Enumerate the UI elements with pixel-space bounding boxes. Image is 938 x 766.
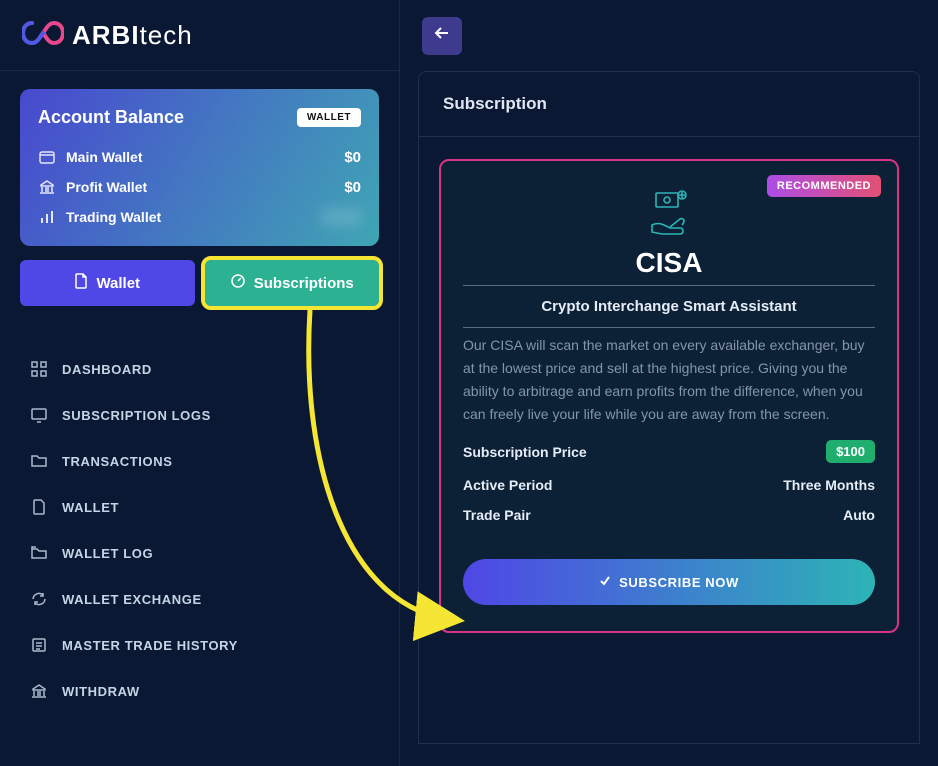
main-area: Subscription RECOMMENDED CISA Crypto Int…: [400, 0, 938, 766]
plan-divider: [463, 285, 875, 286]
plan-period-value: Three Months: [783, 477, 875, 493]
sidebar-item-withdraw[interactable]: WITHDRAW: [20, 668, 379, 714]
plan-pair-row: Trade Pair Auto: [463, 507, 875, 523]
action-buttons: Wallet Subscriptions: [20, 260, 379, 306]
sidebar-item-subscription-logs[interactable]: SUBSCRIPTION LOGS: [20, 392, 379, 438]
screen-icon: [30, 406, 48, 424]
bank-icon: [38, 178, 56, 196]
bank-icon: [30, 682, 48, 700]
plan-price-value: $100: [826, 440, 875, 463]
plan-pair-value: Auto: [843, 507, 875, 523]
plan-period-row: Active Period Three Months: [463, 477, 875, 493]
wallet-badge: WALLET: [297, 108, 361, 127]
wallet-button-label: Wallet: [96, 275, 140, 292]
subscribe-now-button[interactable]: SUBSCRIBE NOW: [463, 559, 875, 605]
back-button[interactable]: [422, 17, 462, 55]
balance-label-main: Main Wallet: [66, 149, 143, 165]
infinity-logo-icon: [22, 20, 64, 51]
nav-label: WITHDRAW: [62, 684, 140, 699]
gauge-icon: [230, 273, 246, 293]
balance-value-main: $0: [344, 149, 361, 166]
wallet-icon: [38, 148, 56, 166]
balance-value-profit: $0: [344, 179, 361, 196]
subscription-plan-card: RECOMMENDED CISA Crypto Interchange Smar…: [439, 159, 899, 633]
plan-subtitle: Crypto Interchange Smart Assistant: [463, 292, 875, 321]
arrow-left-icon: [434, 26, 450, 45]
check-icon: [599, 575, 611, 590]
document-icon: [74, 273, 88, 293]
plan-description: Our CISA will scan the market on every a…: [463, 334, 875, 426]
plan-divider: [463, 327, 875, 328]
nav-menu: DASHBOARD SUBSCRIPTION LOGS TRANSACTIONS…: [0, 346, 399, 714]
list-icon: [30, 636, 48, 654]
content-panel: Subscription RECOMMENDED CISA Crypto Int…: [418, 71, 920, 744]
plan-price-row: Subscription Price $100: [463, 440, 875, 463]
balance-header: Account Balance WALLET: [38, 107, 361, 128]
balance-label-profit: Profit Wallet: [66, 179, 147, 195]
sidebar-item-dashboard[interactable]: DASHBOARD: [20, 346, 379, 392]
sidebar-item-transactions[interactable]: TRANSACTIONS: [20, 438, 379, 484]
balance-title: Account Balance: [38, 107, 184, 128]
nav-label: MASTER TRADE HISTORY: [62, 638, 238, 653]
plan-period-label: Active Period: [463, 477, 552, 493]
nav-label: SUBSCRIPTION LOGS: [62, 408, 211, 423]
plan-name: CISA: [463, 247, 875, 279]
folder-open-icon: [30, 544, 48, 562]
balance-row-profit: Profit Wallet $0: [38, 172, 361, 202]
nav-label: TRANSACTIONS: [62, 454, 172, 469]
plan-pair-label: Trade Pair: [463, 507, 531, 523]
sidebar-item-wallet-log[interactable]: WALLET LOG: [20, 530, 379, 576]
sidebar-item-wallet-exchange[interactable]: WALLET EXCHANGE: [20, 576, 379, 622]
brand-name: ARBItech: [72, 20, 193, 51]
file-icon: [30, 498, 48, 516]
sidebar: ARBItech Account Balance WALLET Main Wal…: [0, 0, 400, 766]
balance-label-trading: Trading Wallet: [66, 209, 161, 225]
nav-label: WALLET EXCHANGE: [62, 592, 202, 607]
sidebar-item-wallet[interactable]: WALLET: [20, 484, 379, 530]
logo-area: ARBItech: [0, 0, 399, 71]
bars-icon: [38, 208, 56, 226]
balance-row-trading: Trading Wallet: [38, 202, 361, 232]
refresh-icon: [30, 590, 48, 608]
grid-icon: [30, 360, 48, 378]
balance-row-main: Main Wallet $0: [38, 142, 361, 172]
wallet-button[interactable]: Wallet: [20, 260, 195, 306]
balance-value-trading-blurred: [321, 208, 361, 226]
subscribe-button-label: SUBSCRIBE NOW: [619, 575, 739, 590]
folder-icon: [30, 452, 48, 470]
nav-label: WALLET LOG: [62, 546, 153, 561]
subscriptions-button-label: Subscriptions: [254, 275, 354, 292]
sidebar-item-master-trade-history[interactable]: MASTER TRADE HISTORY: [20, 622, 379, 668]
topbar: [400, 0, 938, 71]
section-heading: Subscription: [419, 72, 919, 137]
nav-label: WALLET: [62, 500, 119, 515]
subscriptions-button[interactable]: Subscriptions: [205, 260, 380, 306]
nav-label: DASHBOARD: [62, 362, 152, 377]
recommended-badge: RECOMMENDED: [767, 175, 881, 197]
plan-price-label: Subscription Price: [463, 444, 587, 460]
balance-card: Account Balance WALLET Main Wallet $0 Pr…: [20, 89, 379, 246]
